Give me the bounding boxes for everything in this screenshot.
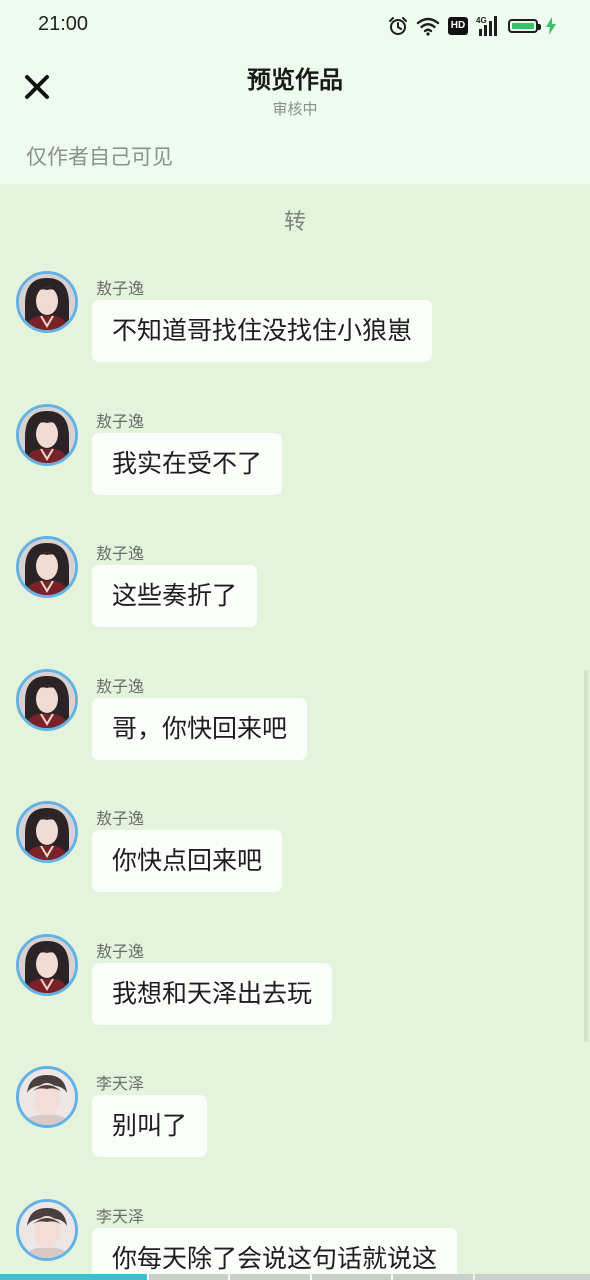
sender-name: 敖子逸	[96, 677, 145, 696]
status-time: 21:00	[38, 13, 89, 35]
avatar-aoziyi[interactable]	[16, 404, 78, 466]
chat-message: 李天泽你每天除了会说这句话就说这	[16, 1199, 576, 1280]
wifi-icon	[416, 17, 440, 36]
page-title: 预览作品	[247, 66, 343, 94]
progress-segment	[0, 1274, 147, 1280]
top-bar: 21:00 HD 4G 预览作品 审核中 仅作者自己可见	[0, 0, 590, 184]
progress-segment	[230, 1274, 310, 1280]
sender-name: 敖子逸	[96, 412, 145, 431]
progress-segment	[148, 1274, 229, 1280]
progress-segment	[393, 1274, 473, 1280]
sender-name: 敖子逸	[96, 809, 145, 828]
avatar-aoziyi[interactable]	[16, 934, 78, 996]
review-status: 审核中	[272, 100, 318, 118]
chat-message: 李天泽别叫了	[16, 1066, 576, 1186]
chat-message: 敖子逸这些奏折了	[16, 536, 576, 656]
sender-name: 李天泽	[96, 1074, 145, 1093]
message-bubble[interactable]: 这些奏折了	[92, 565, 258, 627]
chat-header-text: 转	[283, 210, 306, 235]
sender-name: 李天泽	[96, 1207, 145, 1226]
chat-message: 敖子逸我想和天泽出去玩	[16, 934, 576, 1054]
battery-icon	[508, 19, 541, 33]
scrollbar[interactable]	[584, 670, 588, 1042]
chat-message: 敖子逸你快点回来吧	[16, 801, 576, 921]
sender-name: 敖子逸	[96, 544, 145, 563]
progress-segment	[474, 1274, 590, 1280]
message-bubble[interactable]: 我实在受不了	[92, 433, 283, 495]
progress-segment	[311, 1274, 392, 1280]
status-icons: HD 4G	[388, 14, 556, 38]
message-bubble[interactable]: 我想和天泽出去玩	[92, 963, 333, 1025]
svg-text:4G: 4G	[476, 16, 487, 25]
message-bubble[interactable]: 不知道哥找住没找住小狼崽	[92, 300, 433, 362]
avatar-litianze[interactable]	[16, 1199, 78, 1261]
message-bubble[interactable]: 你快点回来吧	[92, 830, 283, 892]
chat-area[interactable]: 转 敖子逸 不知道哥找住没找住小狼崽 敖子逸 我实在受不了 敖子逸 这些奏折了 敖子逸 哥，你…	[0, 184, 590, 1280]
chat-message: 敖子逸不知道哥找住没找住小狼崽	[16, 271, 576, 391]
chat-message: 敖子逸我实在受不了	[16, 404, 576, 524]
message-bubble[interactable]: 别叫了	[92, 1095, 208, 1157]
signal-4g-icon: 4G	[476, 16, 497, 36]
sender-name: 敖子逸	[96, 279, 145, 298]
message-bubble[interactable]: 你每天除了会说这句话就说这	[92, 1228, 458, 1280]
hd-icon: HD	[448, 17, 468, 35]
chat-message: 敖子逸哥，你快回来吧	[16, 669, 576, 789]
charging-icon	[546, 17, 556, 35]
progress-bar	[0, 1274, 590, 1280]
alarm-icon	[389, 17, 407, 35]
avatar-aoziyi[interactable]	[16, 801, 78, 863]
avatar-aoziyi[interactable]	[16, 669, 78, 731]
avatar-aoziyi[interactable]	[16, 271, 78, 333]
sender-name: 敖子逸	[96, 942, 145, 961]
avatar-litianze[interactable]	[16, 1066, 78, 1128]
visibility-note: 仅作者自己可见	[26, 145, 173, 169]
status-bar: 21:00 HD 4G	[0, 0, 590, 52]
avatar-aoziyi[interactable]	[16, 536, 78, 598]
message-bubble[interactable]: 哥，你快回来吧	[92, 698, 308, 760]
